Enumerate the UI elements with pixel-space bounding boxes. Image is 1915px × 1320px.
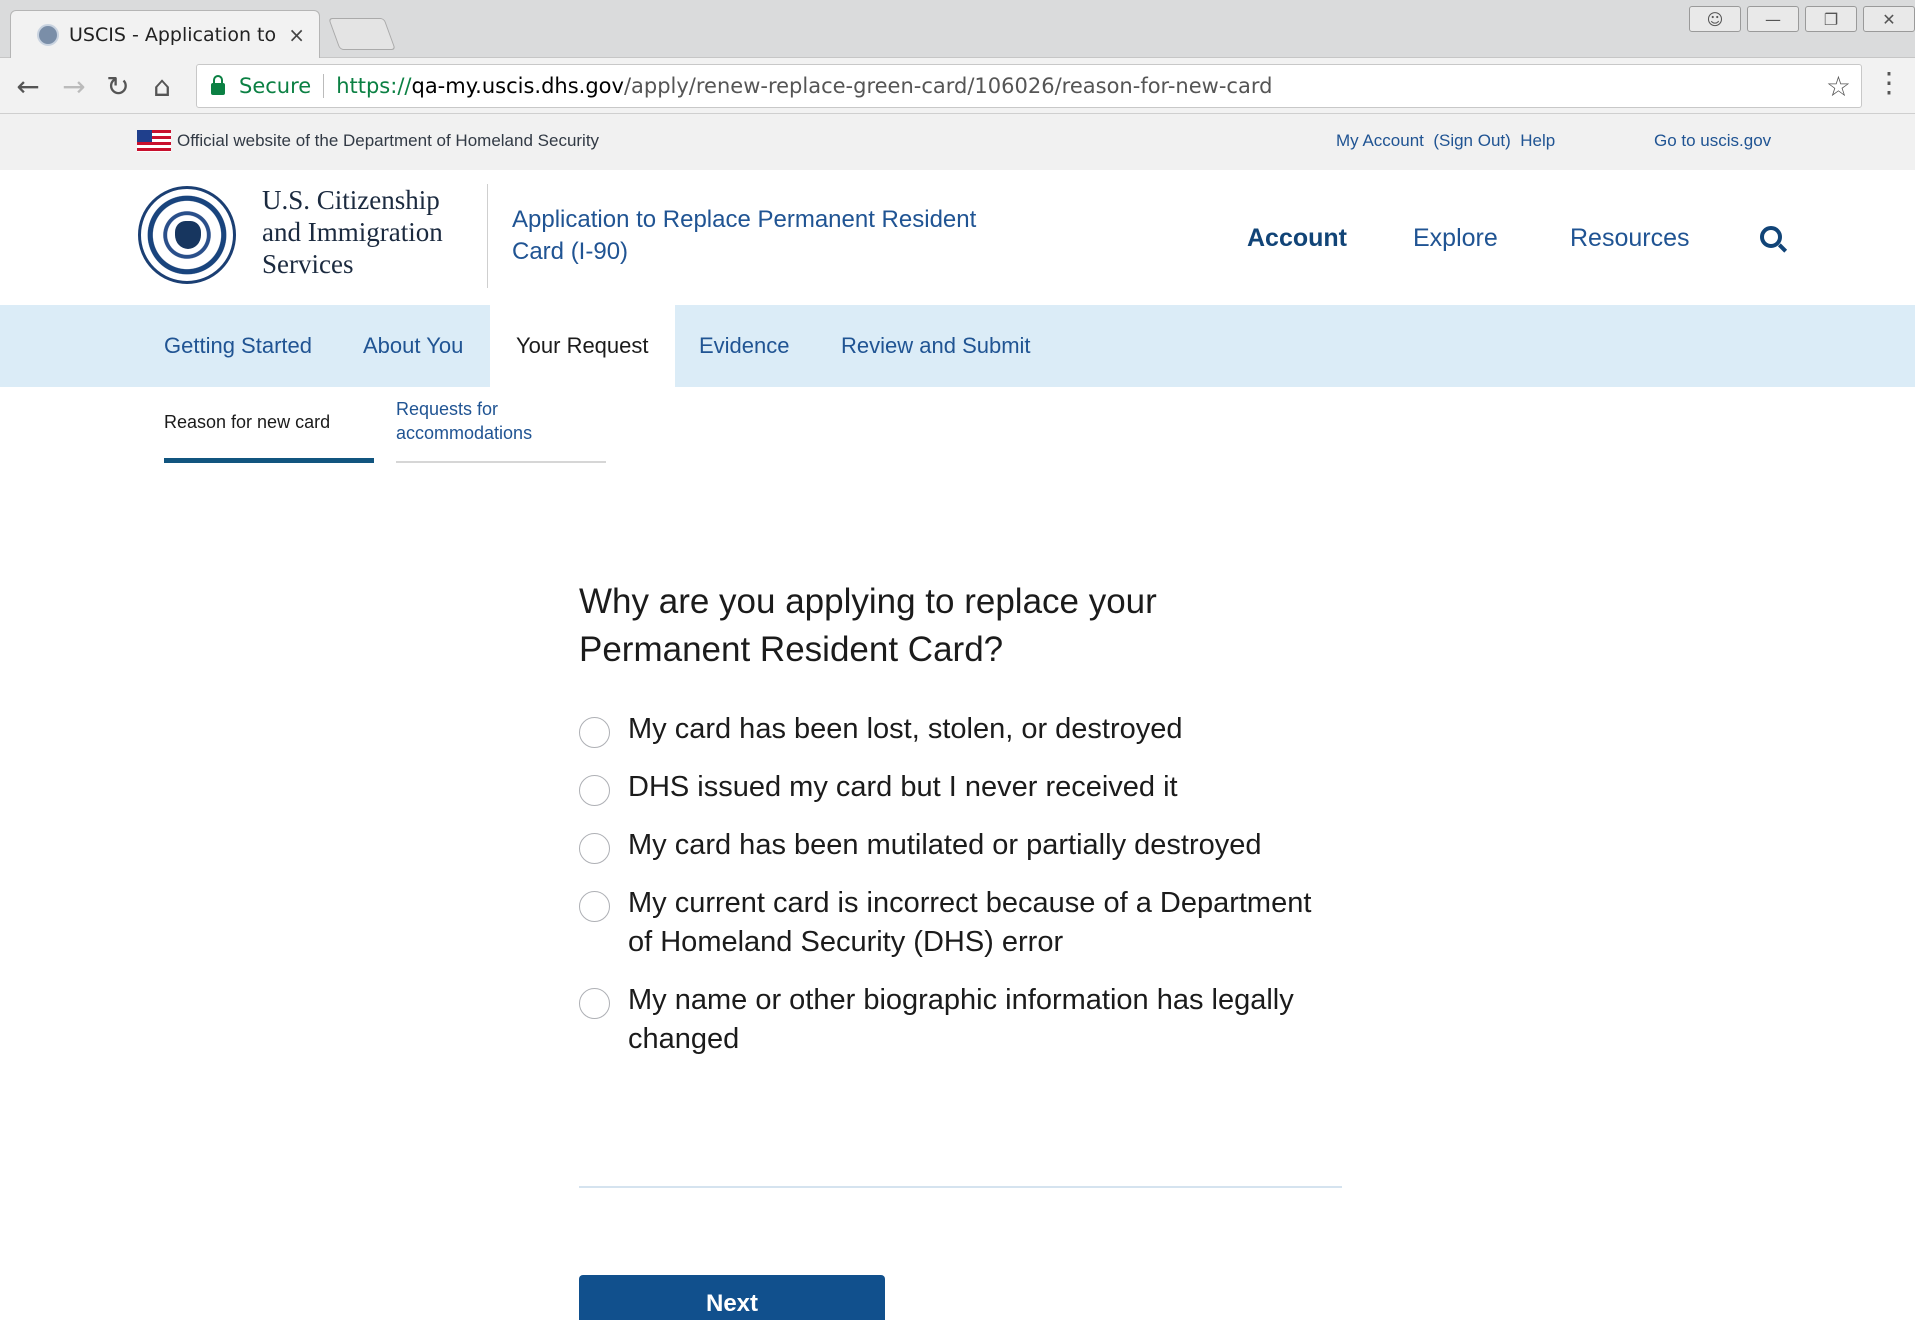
secure-label: Secure [239, 74, 325, 98]
user-icon[interactable]: ☺ [1689, 6, 1741, 32]
application-title: Application to Replace Permanent Residen… [512, 206, 977, 265]
nav-explore[interactable]: Explore [1413, 224, 1498, 253]
step-your-request[interactable]: Your Request [490, 305, 675, 387]
radio-button[interactable] [579, 717, 610, 748]
agency-name[interactable]: U.S. Citizenship and Immigration Service… [262, 184, 472, 280]
official-website-text: Official website of the Department of Ho… [177, 131, 600, 150]
option-label[interactable]: DHS issued my card but I never received … [628, 771, 1178, 803]
step-about-you[interactable]: About You [363, 305, 463, 387]
url-path: /apply/renew-replace-green-card/106026/r… [623, 74, 1273, 98]
radio-button[interactable] [579, 775, 610, 806]
browser-menu-icon[interactable]: ⋮ [1875, 66, 1903, 99]
close-tab-icon[interactable]: × [288, 23, 305, 47]
option-label[interactable]: My current card is incorrect because of … [628, 887, 1311, 958]
option-label[interactable]: My card has been mutilated or partially … [628, 829, 1261, 861]
tab-title: USCIS - Application to Re [69, 23, 280, 46]
option-lost-stolen-destroyed[interactable]: My card has been lost, stolen, or destro… [579, 710, 1339, 749]
nav-account[interactable]: Account [1247, 224, 1347, 253]
site-header: U.S. Citizenship and Immigration Service… [0, 170, 1915, 305]
radio-button[interactable] [579, 988, 610, 1019]
form-divider [579, 1186, 1342, 1188]
option-mutilated[interactable]: My card has been mutilated or partially … [579, 826, 1339, 865]
account-links[interactable]: My Account (Sign Out) Help [1336, 131, 1555, 151]
step-review-and-submit[interactable]: Review and Submit [841, 305, 1031, 387]
radio-button[interactable] [579, 891, 610, 922]
close-window-button[interactable]: ✕ [1863, 6, 1915, 32]
active-substep-indicator [164, 458, 374, 463]
go-to-uscis-link[interactable]: Go to uscis.gov [1654, 131, 1771, 151]
substep-reason-for-new-card[interactable]: Reason for new card [164, 412, 330, 433]
substep-requests-for-accommodations[interactable]: Requests for accommodations [396, 397, 596, 445]
reason-radio-group: My card has been lost, stolen, or destro… [579, 710, 1339, 1078]
step-navigation: Getting Started About You Your Request E… [0, 305, 1915, 387]
search-icon[interactable] [1760, 226, 1782, 248]
step-getting-started[interactable]: Getting Started [164, 305, 312, 387]
header-divider [487, 184, 488, 288]
window-controls: ☺ — ❐ ✕ [1683, 6, 1915, 32]
reload-icon[interactable]: ↻ [98, 66, 138, 106]
option-name-changed[interactable]: My name or other biographic information … [579, 981, 1339, 1059]
option-label[interactable]: My name or other biographic information … [628, 984, 1294, 1055]
back-arrow-icon[interactable]: ← [8, 66, 48, 106]
new-tab-button[interactable] [328, 18, 396, 50]
favicon-icon [37, 23, 59, 46]
url-host: qa-my.uscis.dhs.gov [411, 74, 624, 98]
lock-icon [211, 75, 225, 95]
option-dhs-error[interactable]: My current card is incorrect because of … [579, 884, 1339, 962]
browser-tab[interactable]: USCIS - Application to Re × [10, 10, 320, 58]
restore-button[interactable]: ❐ [1805, 6, 1857, 32]
next-button[interactable]: Next [579, 1275, 885, 1320]
bookmark-star-icon[interactable]: ☆ [1826, 70, 1851, 103]
url-scheme: https:// [336, 74, 412, 98]
inactive-substep-indicator [396, 461, 606, 463]
option-never-received[interactable]: DHS issued my card but I never received … [579, 768, 1339, 807]
minimize-button[interactable]: — [1747, 6, 1799, 32]
question-heading: Why are you applying to replace your Per… [579, 582, 1157, 669]
home-icon[interactable]: ⌂ [142, 66, 182, 106]
dhs-seal-icon[interactable] [138, 186, 236, 284]
forward-arrow-icon[interactable]: → [54, 66, 94, 106]
browser-tabstrip: USCIS - Application to Re × ☺ — ❐ ✕ [0, 0, 1915, 58]
nav-resources[interactable]: Resources [1570, 224, 1690, 253]
step-evidence[interactable]: Evidence [699, 305, 790, 387]
us-flag-icon [137, 130, 171, 152]
option-label[interactable]: My card has been lost, stolen, or destro… [628, 713, 1183, 745]
browser-toolbar: ← → ↻ ⌂ Secure https://qa-my.uscis.dhs.g… [0, 58, 1915, 114]
address-bar[interactable]: Secure https://qa-my.uscis.dhs.gov/apply… [196, 64, 1862, 108]
official-banner: Official website of the Department of Ho… [0, 114, 1915, 170]
url-text[interactable]: https://qa-my.uscis.dhs.gov/apply/renew-… [336, 74, 1272, 98]
radio-button[interactable] [579, 833, 610, 864]
